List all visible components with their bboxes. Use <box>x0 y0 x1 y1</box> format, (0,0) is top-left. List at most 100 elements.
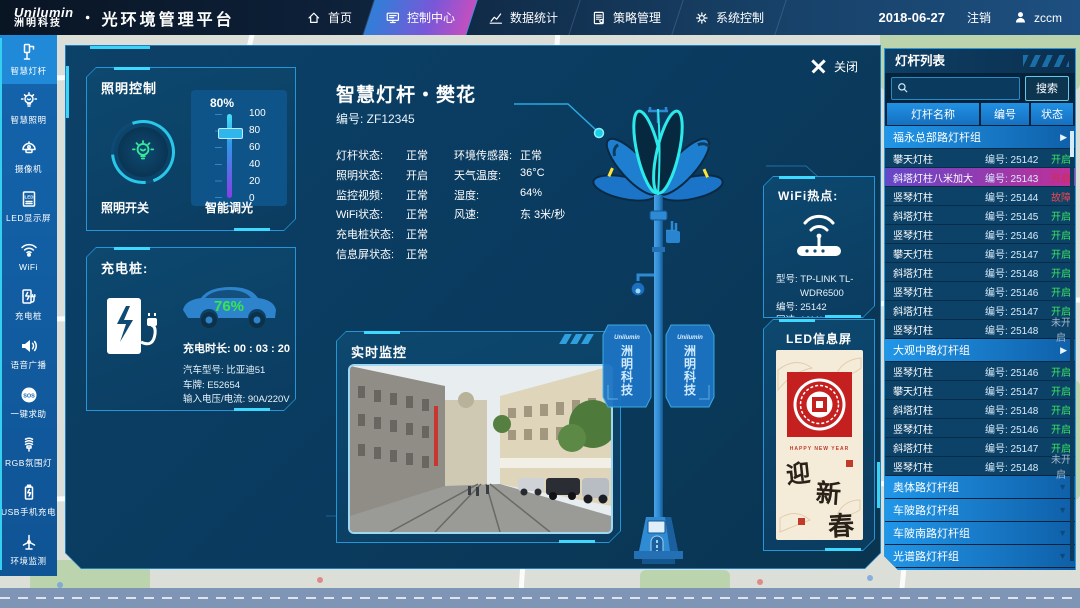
lamp-group-header[interactable]: 福永总部路灯杆组 ▶ <box>885 126 1075 148</box>
nav-gear[interactable]: 系统控制 <box>672 0 786 35</box>
accent-bar <box>66 66 69 118</box>
lamp-row[interactable]: 斜塔灯柱 编号: 25148 开启 <box>885 399 1075 418</box>
led-screen-box: LED信息屏 HAPPY NEW <box>763 319 875 551</box>
dimmer-track[interactable] <box>227 114 232 198</box>
main-nav: 首页 控制中心 数据统计 策略管理 系统控制 <box>290 0 781 35</box>
monitor-title: 实时监控 <box>351 342 407 361</box>
scrollbar[interactable] <box>1070 131 1074 561</box>
sidebar-item-camera[interactable]: 摄像机 <box>0 133 57 182</box>
close-button[interactable]: 关闭 <box>811 58 858 75</box>
platform-title: 光环境管理平台 <box>102 6 235 30</box>
lighting-title: 照明控制 <box>101 78 157 97</box>
wind-icon <box>19 532 39 552</box>
sidebar-item-led-screen[interactable]: LED LED显示屏 <box>0 182 57 231</box>
dimmer-label: 智能调光 <box>205 199 253 216</box>
search-button[interactable]: 搜索 <box>1025 76 1069 101</box>
lamp-row[interactable]: 攀天灯柱 编号: 25142 开启 <box>885 148 1075 167</box>
lamp-row[interactable]: 攀天灯柱 编号: 25147 开启 <box>885 380 1075 399</box>
bulb-icon <box>19 91 39 111</box>
status-row: 充电桩状态: 正常 <box>336 226 394 242</box>
dimmer-value: 80% <box>191 96 253 110</box>
scale-tick-label: 100 <box>249 108 266 119</box>
car-plate: 车牌: E52654 <box>183 379 290 394</box>
lamp-row[interactable]: 斜塔灯柱八米加大 编号: 25143 开启 <box>885 167 1075 186</box>
status-row: 环境传感器: 正常 <box>454 147 512 163</box>
speaker-icon <box>19 336 39 356</box>
pole-code: 编号: ZF12345 <box>336 110 415 127</box>
chevron-down-icon: ▼ <box>1058 528 1067 538</box>
dimmer-handle[interactable] <box>218 128 243 139</box>
poster-happy-new-year: HAPPY NEW YEAR <box>776 446 863 452</box>
lamp-row[interactable]: 竖琴灯柱 编号: 25146 开启 <box>885 224 1075 243</box>
sidebar-item-wind[interactable]: 环境监测 <box>0 525 57 574</box>
doc-icon <box>591 10 607 26</box>
lighting-switch-label: 照明开关 <box>101 199 149 216</box>
wifi-title: WiFi热点: <box>778 187 838 204</box>
logout-button[interactable]: 注销 <box>967 9 991 26</box>
status-row: 照明状态: 开启 <box>336 167 383 183</box>
sidebar-item-rgb-light[interactable]: RGB氛围灯 <box>0 427 57 476</box>
chevron-down-icon: ▼ <box>1058 482 1067 492</box>
sidebar-item-sos[interactable]: SOS 一键求助 <box>0 378 57 427</box>
lamp-row[interactable]: 竖琴灯柱 编号: 25146 开启 <box>885 418 1075 437</box>
camera-icon <box>19 140 39 160</box>
status-row: 湿度: 64% <box>454 187 479 203</box>
dimmer-slider: 80% 100806040200 <box>191 90 287 206</box>
status-row: 风速: 东 3米/秒 <box>454 206 479 222</box>
lighting-control-box: 照明控制 照明开关 80% 100 80 <box>86 67 296 231</box>
lamp-row[interactable]: 竖琴灯柱 编号: 25148 未开启 <box>885 319 1075 338</box>
charger-icon <box>19 287 39 307</box>
led-title: LED信息屏 <box>786 330 852 347</box>
sidebar-item-usb[interactable]: USB手机充电 <box>0 476 57 525</box>
close-icon <box>811 59 826 74</box>
lamp-group-header[interactable]: 光谱路灯杆组 ▼ <box>885 545 1075 567</box>
pole-detail-overlay: 关闭 照明控制 照明开关 80% <box>65 45 881 569</box>
chevron-right-icon: ▶ <box>1060 345 1067 356</box>
nav-monitor[interactable]: 控制中心 <box>363 0 477 35</box>
lamp-row[interactable]: 斜塔灯柱 编号: 25148 开启 <box>885 262 1075 281</box>
sidebar-item-charger[interactable]: 充电桩 <box>0 280 57 329</box>
poster-char-chun: 春 <box>827 505 855 540</box>
username: zccm <box>1034 11 1062 25</box>
car-model: 汽车型号: 比亚迪51 <box>183 364 290 379</box>
wifi-code: 编号: 25142 <box>776 301 853 315</box>
lamp-group-header[interactable]: 车陂路灯杆组 ▼ <box>885 499 1075 521</box>
user-icon <box>1013 10 1028 25</box>
top-header: Unilumin 洲明科技 ・ 光环境管理平台 首页 控制中心 数据统计 策略管… <box>0 0 1080 35</box>
svg-text:LED: LED <box>24 195 34 200</box>
charging-title: 充电桩: <box>101 258 148 277</box>
led-screen-icon: LED <box>19 189 39 209</box>
col-header-status: 状态 <box>1031 103 1073 125</box>
bulb-icon <box>130 139 156 165</box>
lamp-row[interactable]: 竖琴灯柱 编号: 25144 故障 <box>885 186 1075 205</box>
wifi-model: 型号: TP-LINK TL- <box>776 273 853 287</box>
sidebar-item-lamp-pole[interactable]: 智慧灯杆 <box>0 35 57 84</box>
lamp-row[interactable]: 竖琴灯柱 编号: 25146 开启 <box>885 281 1075 300</box>
lamp-row[interactable]: 斜塔灯柱 编号: 25145 开启 <box>885 205 1075 224</box>
scrollbar-thumb[interactable] <box>1070 131 1074 157</box>
sidebar-item-speaker[interactable]: 语音广播 <box>0 329 57 378</box>
sos-icon: SOS <box>19 385 39 405</box>
nav-home[interactable]: 首页 <box>284 0 374 35</box>
poster-char-ying: 迎 <box>784 453 812 490</box>
lamp-row[interactable]: 竖琴灯柱 编号: 25148 未开启 <box>885 456 1075 475</box>
status-row: WiFi状态: 正常 <box>336 206 383 222</box>
lighting-switch-button[interactable] <box>111 120 175 184</box>
chevron-down-icon: ▼ <box>1058 505 1067 515</box>
search-icon <box>897 82 909 94</box>
lamp-row[interactable]: 竖琴灯柱 编号: 25146 开启 <box>885 361 1075 380</box>
smart-pole-illustration: Unilumin 洲明科技 Unilumin 洲明科技 <box>566 99 756 569</box>
search-input[interactable] <box>891 77 1020 100</box>
accent-bar <box>90 46 150 49</box>
nav-chart[interactable]: 数据统计 <box>466 0 580 35</box>
lamp-group-header[interactable]: 车陂南路灯杆组 ▼ <box>885 522 1075 544</box>
user-menu[interactable]: zccm <box>1013 10 1062 25</box>
scale-tick-label: 80 <box>249 125 266 136</box>
lamp-row[interactable]: 攀天灯柱 编号: 25147 开启 <box>885 243 1075 262</box>
lamp-pole-icon <box>19 42 39 62</box>
sidebar-item-wifi[interactable]: WiFi <box>0 231 57 280</box>
nav-doc[interactable]: 策略管理 <box>569 0 683 35</box>
sidebar-item-bulb[interactable]: 智慧照明 <box>0 84 57 133</box>
rgb-light-icon <box>19 434 39 454</box>
left-sidebar: 智慧灯杆 智慧照明 摄像机 LED LED显示屏 WiFi 充电桩 语音广播 S… <box>0 35 57 576</box>
